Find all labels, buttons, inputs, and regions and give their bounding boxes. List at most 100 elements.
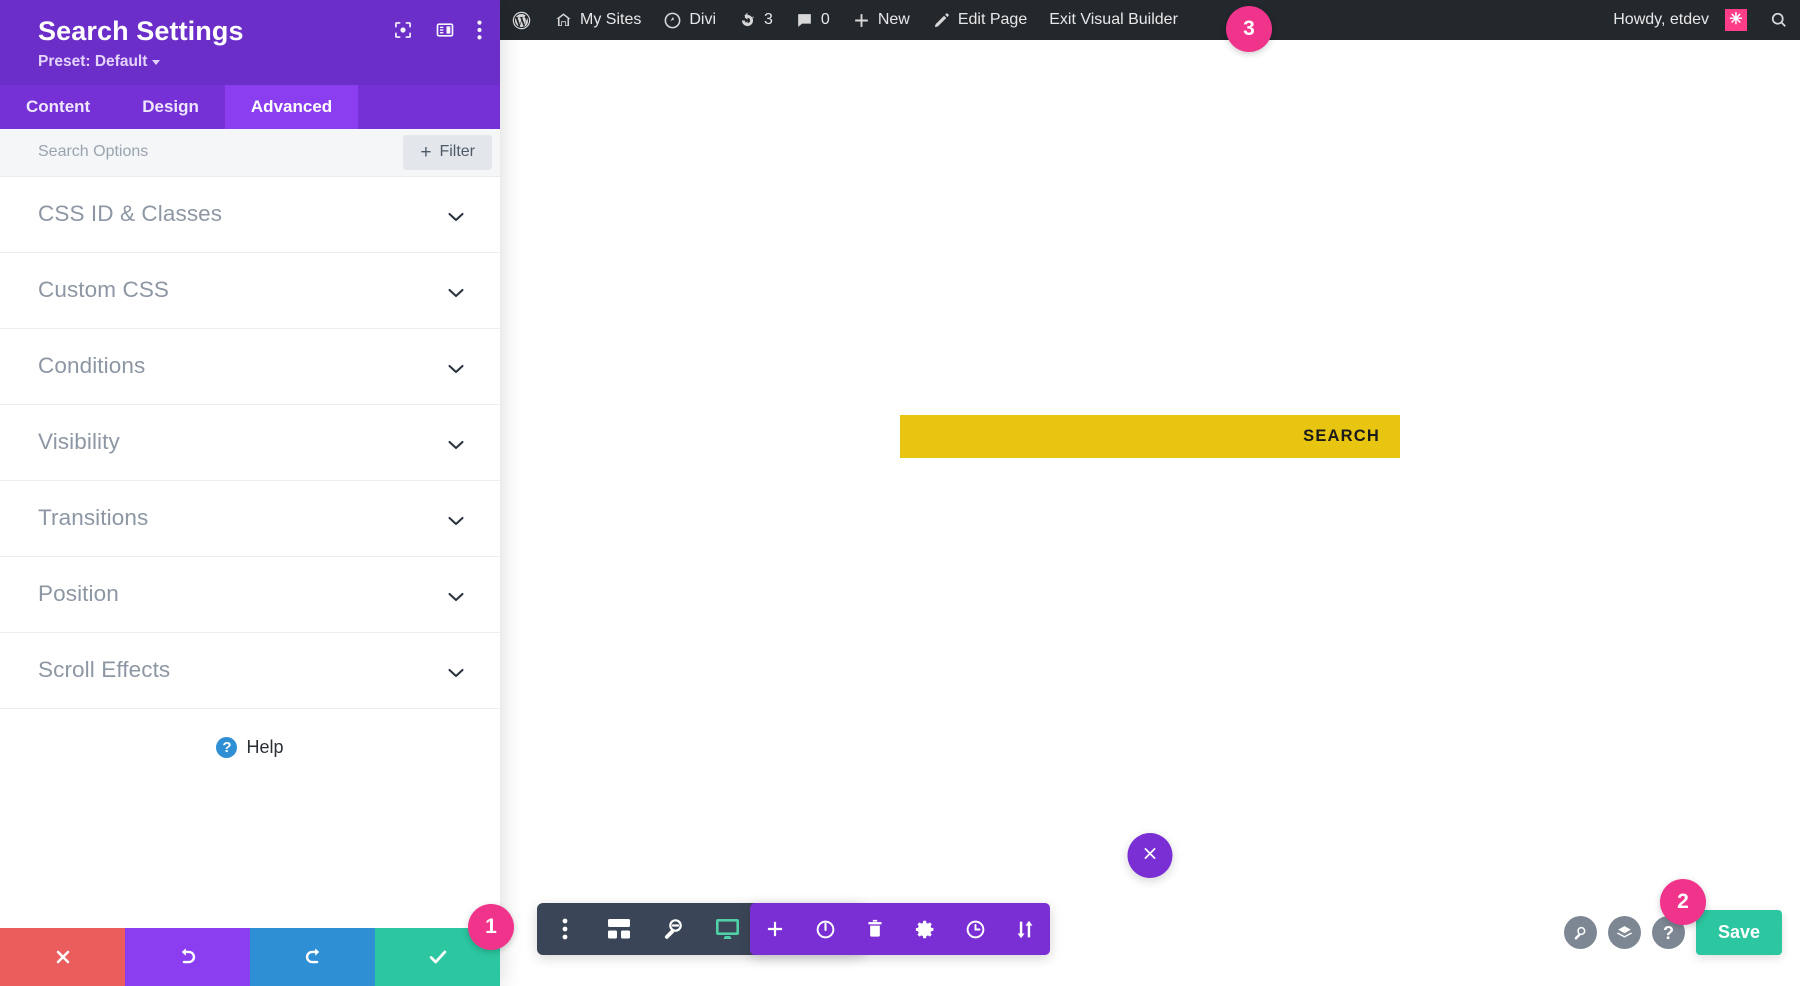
- accordion-conditions[interactable]: Conditions: [0, 328, 500, 405]
- my-sites-icon: [554, 11, 573, 30]
- accordion-visibility[interactable]: Visibility: [0, 404, 500, 481]
- plus-icon: [852, 11, 871, 30]
- accordion-transitions[interactable]: Transitions: [0, 480, 500, 557]
- close-x-icon: [1142, 845, 1159, 867]
- panel-spacer: [0, 758, 500, 928]
- discard-button[interactable]: [0, 928, 125, 986]
- chevron-down-icon: [448, 665, 464, 678]
- panel-header-icons: [393, 20, 482, 40]
- adminbar-new-label: New: [877, 11, 910, 28]
- checkmark-icon: [427, 946, 449, 968]
- callout-badge-2: 2: [1660, 879, 1706, 925]
- accordion-position[interactable]: Position: [0, 556, 500, 633]
- wordpress-admin-bar: My Sites Divi 3 0 New Edit Page Exit Vis…: [500, 0, 1800, 40]
- layers-tool-icon[interactable]: [1607, 916, 1641, 949]
- divi-icon: [663, 11, 682, 30]
- tab-advanced[interactable]: Advanced: [224, 84, 359, 129]
- adminbar-howdy-account[interactable]: Howdy, etdev ✳: [1602, 0, 1758, 40]
- focus-frame-icon[interactable]: [393, 20, 413, 40]
- save-button[interactable]: Save: [1695, 910, 1782, 955]
- accordion-label: Visibility: [38, 429, 120, 455]
- tabs-filler: [358, 84, 500, 129]
- adminbar-exit-visual-builder[interactable]: Exit Visual Builder: [1038, 0, 1189, 40]
- panel-header: Search Settings Preset: Default: [0, 0, 500, 85]
- panel-help-area: ? Help: [0, 709, 500, 758]
- preset-selector[interactable]: Preset: Default: [38, 52, 161, 71]
- chevron-down-icon: [448, 589, 464, 602]
- adminbar-updates[interactable]: 3: [727, 0, 784, 40]
- accordion-css-id-classes[interactable]: CSS ID & Classes: [0, 176, 500, 253]
- wordpress-logo-icon: [511, 10, 532, 31]
- adminbar-wordpress-logo[interactable]: [500, 0, 543, 40]
- chevron-down-icon: [448, 513, 464, 526]
- search-tool-icon[interactable]: [1563, 916, 1597, 949]
- tab-design[interactable]: Design: [116, 84, 225, 129]
- search-icon: [1769, 10, 1789, 30]
- callout-badge-1: 1: [468, 904, 514, 950]
- accordion-label: CSS ID & Classes: [38, 201, 223, 227]
- search-options-row: Search Options + Filter: [0, 128, 500, 177]
- updates-icon: [738, 11, 757, 30]
- search-module[interactable]: SEARCH: [500, 415, 1800, 458]
- layout-columns-icon[interactable]: [435, 20, 455, 40]
- accordion-label: Scroll Effects: [38, 657, 171, 683]
- redo-button[interactable]: [250, 928, 375, 986]
- accordion-label: Position: [38, 581, 119, 607]
- adminbar-comments-count: 0: [820, 11, 830, 28]
- accordion-label: Transitions: [38, 505, 149, 531]
- search-submit-button[interactable]: SEARCH: [1303, 427, 1380, 446]
- chevron-down-icon: [152, 60, 161, 66]
- panel-tabs: Content Design Advanced: [0, 84, 500, 129]
- adminbar-howdy-label: Howdy, etdev: [1613, 11, 1709, 28]
- chevron-down-icon: [448, 361, 464, 374]
- desktop-view-icon[interactable]: [713, 918, 741, 941]
- zoom-out-view-icon[interactable]: [659, 917, 687, 941]
- sort-arrows-icon[interactable]: [1009, 919, 1041, 940]
- history-clock-icon[interactable]: [959, 919, 991, 940]
- undo-button[interactable]: [125, 928, 250, 986]
- module-action-toolbar: [750, 903, 1050, 955]
- module-settings-gear-icon[interactable]: [909, 919, 941, 940]
- adminbar-edit-page[interactable]: Edit Page: [921, 0, 1038, 40]
- tab-content[interactable]: Content: [0, 84, 117, 129]
- accordion-custom-css[interactable]: Custom CSS: [0, 252, 500, 329]
- help-button[interactable]: ? Help: [216, 736, 284, 758]
- adminbar-comments[interactable]: 0: [784, 0, 841, 40]
- preset-label: Preset: Default: [38, 52, 148, 70]
- kebab-menu-icon[interactable]: [477, 20, 482, 40]
- search-bar[interactable]: SEARCH: [900, 415, 1400, 458]
- undo-arrow-icon: [177, 946, 199, 968]
- adminbar-search[interactable]: [1758, 0, 1800, 40]
- pencil-icon: [932, 11, 951, 30]
- accordion-label: Conditions: [38, 353, 146, 379]
- plus-icon: +: [420, 141, 432, 163]
- wireframe-view-icon[interactable]: [605, 918, 633, 940]
- settings-accordion-list: CSS ID & Classes Custom CSS Conditions V…: [0, 176, 500, 709]
- filter-button[interactable]: + Filter: [403, 134, 492, 170]
- visual-builder-screen: My Sites Divi 3 0 New Edit Page Exit Vis…: [0, 0, 1800, 986]
- comments-icon: [795, 11, 814, 30]
- adminbar-edit-page-label: Edit Page: [957, 11, 1028, 28]
- filter-button-label: Filter: [439, 143, 475, 161]
- adminbar-updates-count: 3: [764, 11, 773, 28]
- adminbar-my-sites-label: My Sites: [580, 11, 642, 28]
- adminbar-divi-label: Divi: [689, 11, 717, 28]
- callout-badge-3: 3: [1226, 6, 1272, 52]
- adminbar-divi[interactable]: Divi: [652, 0, 727, 40]
- chevron-down-icon: [448, 285, 464, 298]
- kebab-menu-icon[interactable]: [551, 918, 579, 940]
- add-module-icon[interactable]: [759, 919, 791, 939]
- adminbar-new[interactable]: New: [841, 0, 921, 40]
- panel-action-bar: [0, 928, 500, 986]
- help-tool-label: ?: [1662, 922, 1674, 943]
- module-settings-panel: Search Settings Preset: Default Content …: [0, 0, 500, 986]
- delete-trash-icon[interactable]: [859, 919, 891, 940]
- adminbar-exit-label: Exit Visual Builder: [1049, 11, 1178, 28]
- accordion-scroll-effects[interactable]: Scroll Effects: [0, 632, 500, 709]
- chevron-down-icon: [448, 209, 464, 222]
- power-toggle-icon[interactable]: [809, 919, 841, 940]
- adminbar-my-sites[interactable]: My Sites: [543, 0, 652, 40]
- close-module-button[interactable]: [1127, 833, 1173, 878]
- adminbar-right-group: Howdy, etdev ✳: [1602, 0, 1800, 40]
- question-mark-icon: ?: [216, 736, 238, 758]
